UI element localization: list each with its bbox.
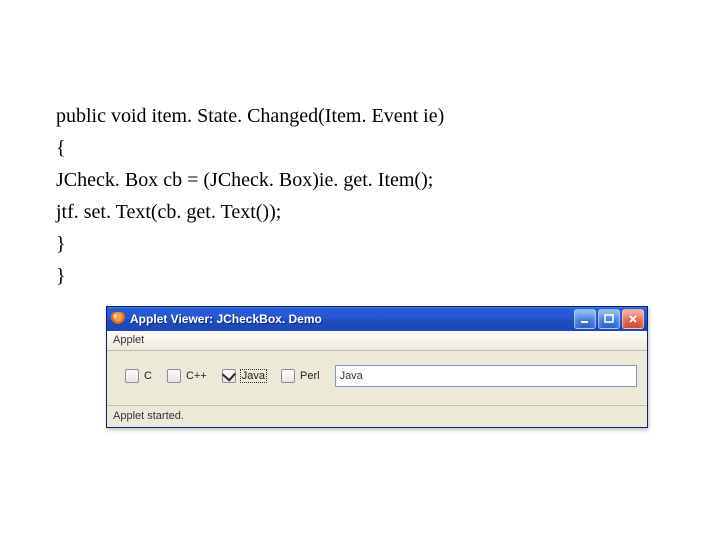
applet-menu-label[interactable]: Applet [107, 331, 647, 351]
code-line: jtf. set. Text(cb. get. Text()); [56, 196, 664, 228]
java-icon [111, 312, 125, 326]
code-line: } [56, 260, 664, 292]
checkbox-java[interactable]: Java [222, 369, 267, 383]
code-line: public void item. State. Changed(Item. E… [56, 100, 664, 132]
text-field[interactable]: Java [335, 365, 637, 387]
checkbox-box-checked-icon [222, 369, 236, 383]
minimize-button[interactable] [574, 309, 596, 329]
checkbox-box-icon [167, 369, 181, 383]
checkbox-box-icon [125, 369, 139, 383]
titlebar[interactable]: Applet Viewer: JCheckBox. Demo [107, 307, 647, 331]
code-block: public void item. State. Changed(Item. E… [56, 100, 664, 292]
checkbox-label: Java [240, 369, 267, 383]
code-line: JCheck. Box cb = (JCheck. Box)ie. get. I… [56, 164, 664, 196]
minimize-icon [580, 314, 590, 324]
window-title: Applet Viewer: JCheckBox. Demo [130, 312, 574, 326]
status-bar: Applet started. [107, 405, 647, 427]
applet-viewer-window: Applet Viewer: JCheckBox. Demo Applet C [106, 306, 648, 428]
checkbox-label: C [143, 370, 153, 382]
code-line: { [56, 132, 664, 164]
maximize-button[interactable] [598, 309, 620, 329]
checkbox-label: C++ [185, 370, 208, 382]
code-line: } [56, 228, 664, 260]
checkbox-cpp[interactable]: C++ [167, 369, 208, 383]
checkbox-box-icon [281, 369, 295, 383]
close-button[interactable] [622, 309, 644, 329]
checkbox-label: Perl [299, 370, 321, 382]
applet-body: C C++ Java Perl Java [107, 351, 647, 405]
maximize-icon [604, 314, 614, 324]
checkbox-perl[interactable]: Perl [281, 369, 321, 383]
text-field-value: Java [340, 370, 363, 382]
checkbox-c[interactable]: C [125, 369, 153, 383]
window-buttons [574, 309, 644, 329]
close-icon [628, 314, 638, 324]
